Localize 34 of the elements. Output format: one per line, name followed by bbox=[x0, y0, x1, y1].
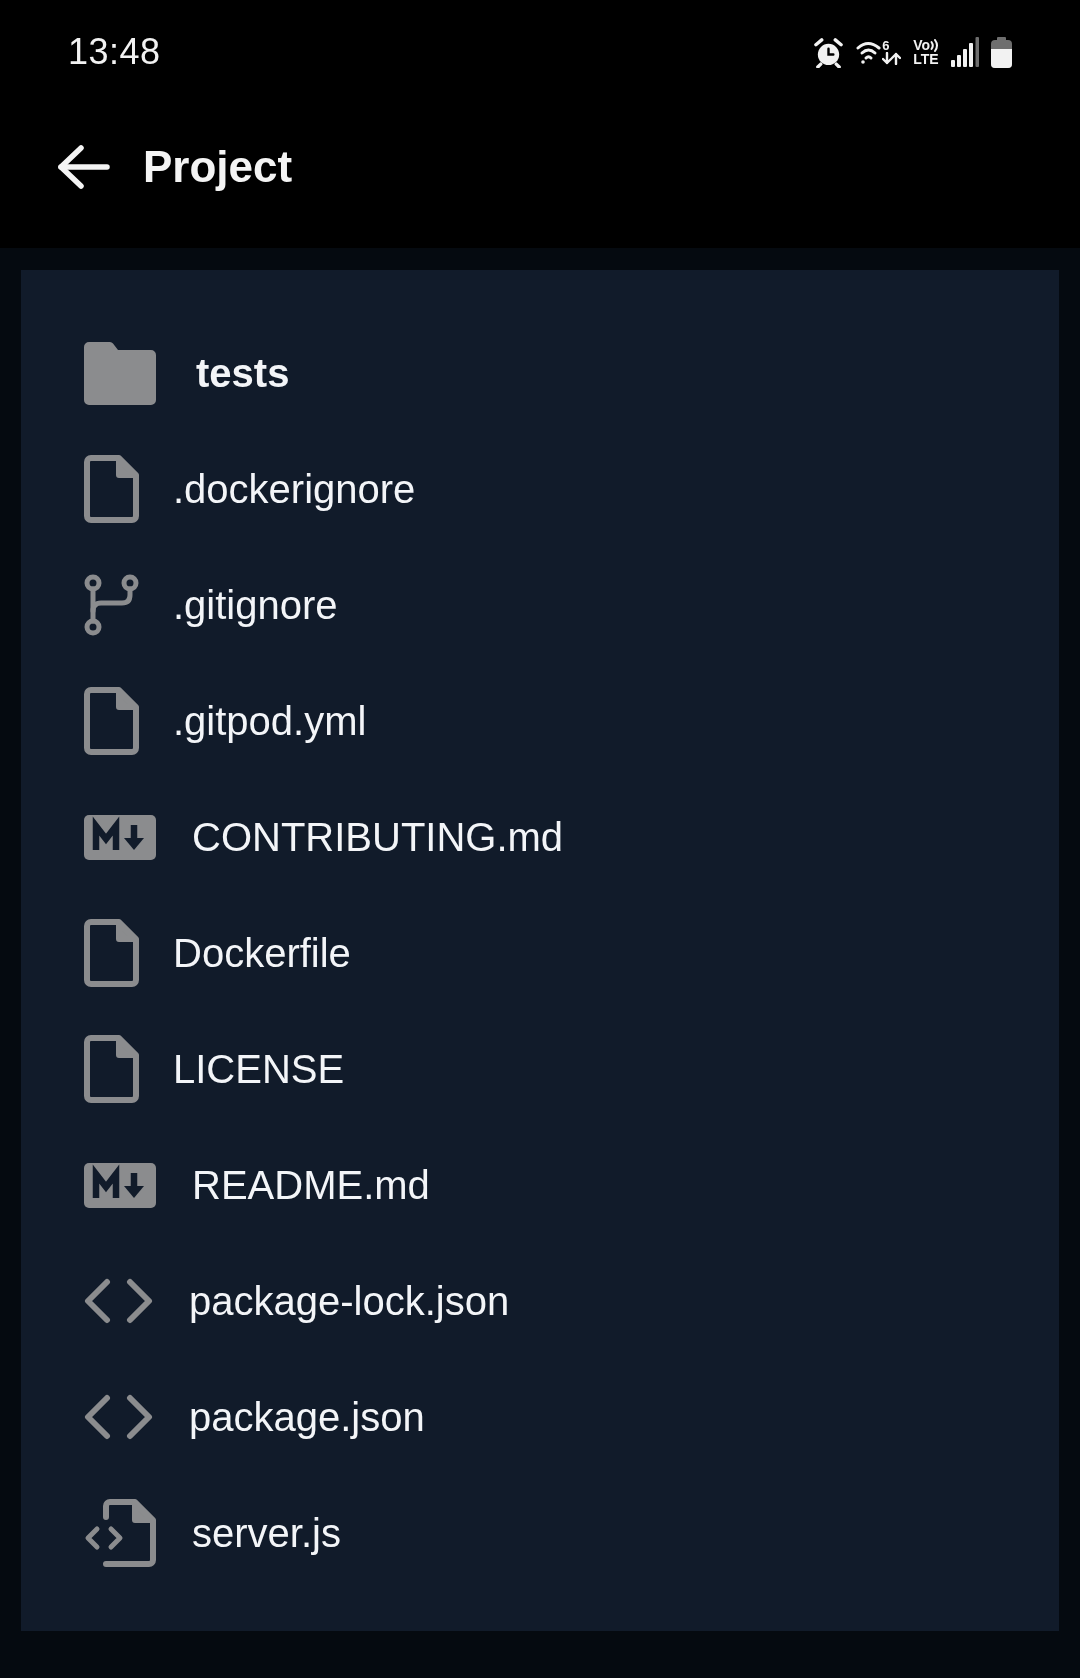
clock-time: 13:48 bbox=[68, 34, 161, 70]
document-icon bbox=[84, 455, 139, 523]
code-file-icon bbox=[84, 1499, 156, 1567]
file-item[interactable]: .gitpod.yml bbox=[84, 687, 367, 755]
battery-icon bbox=[991, 36, 1012, 68]
file-item[interactable]: .gitignore bbox=[84, 574, 338, 636]
file-item[interactable]: README.md bbox=[84, 1161, 430, 1209]
signal-strength-icon bbox=[951, 37, 979, 67]
document-icon bbox=[84, 687, 139, 755]
file-item[interactable]: server.js bbox=[84, 1499, 341, 1567]
call-waves-icon bbox=[930, 38, 939, 52]
file-item[interactable]: package.json bbox=[84, 1393, 425, 1441]
folder-item[interactable]: tests bbox=[84, 341, 290, 405]
wifi-standard-label: 6 bbox=[882, 39, 890, 52]
file-item[interactable]: CONTRIBUTING.md bbox=[84, 813, 564, 861]
markdown-icon bbox=[84, 814, 156, 860]
code-brackets-icon bbox=[84, 1278, 153, 1324]
document-icon bbox=[84, 1035, 139, 1103]
folder-icon bbox=[84, 341, 156, 405]
alarm-clock-icon bbox=[813, 36, 845, 68]
code-brackets-icon bbox=[84, 1394, 153, 1440]
network-type-label: LTE bbox=[913, 52, 939, 66]
data-transfer-icon bbox=[882, 52, 902, 65]
wifi-icon bbox=[856, 39, 882, 65]
volte-label: Vo bbox=[913, 38, 930, 52]
back-button[interactable] bbox=[57, 144, 111, 190]
file-item[interactable]: package-lock.json bbox=[84, 1277, 510, 1325]
file-item[interactable]: .dockerignore bbox=[84, 455, 416, 523]
file-item[interactable]: Dockerfile bbox=[84, 919, 351, 987]
document-icon bbox=[84, 919, 139, 987]
branch-icon bbox=[84, 574, 139, 636]
file-item[interactable]: LICENSE bbox=[84, 1035, 345, 1103]
markdown-icon bbox=[84, 1162, 156, 1208]
page-title: Project bbox=[143, 144, 293, 190]
